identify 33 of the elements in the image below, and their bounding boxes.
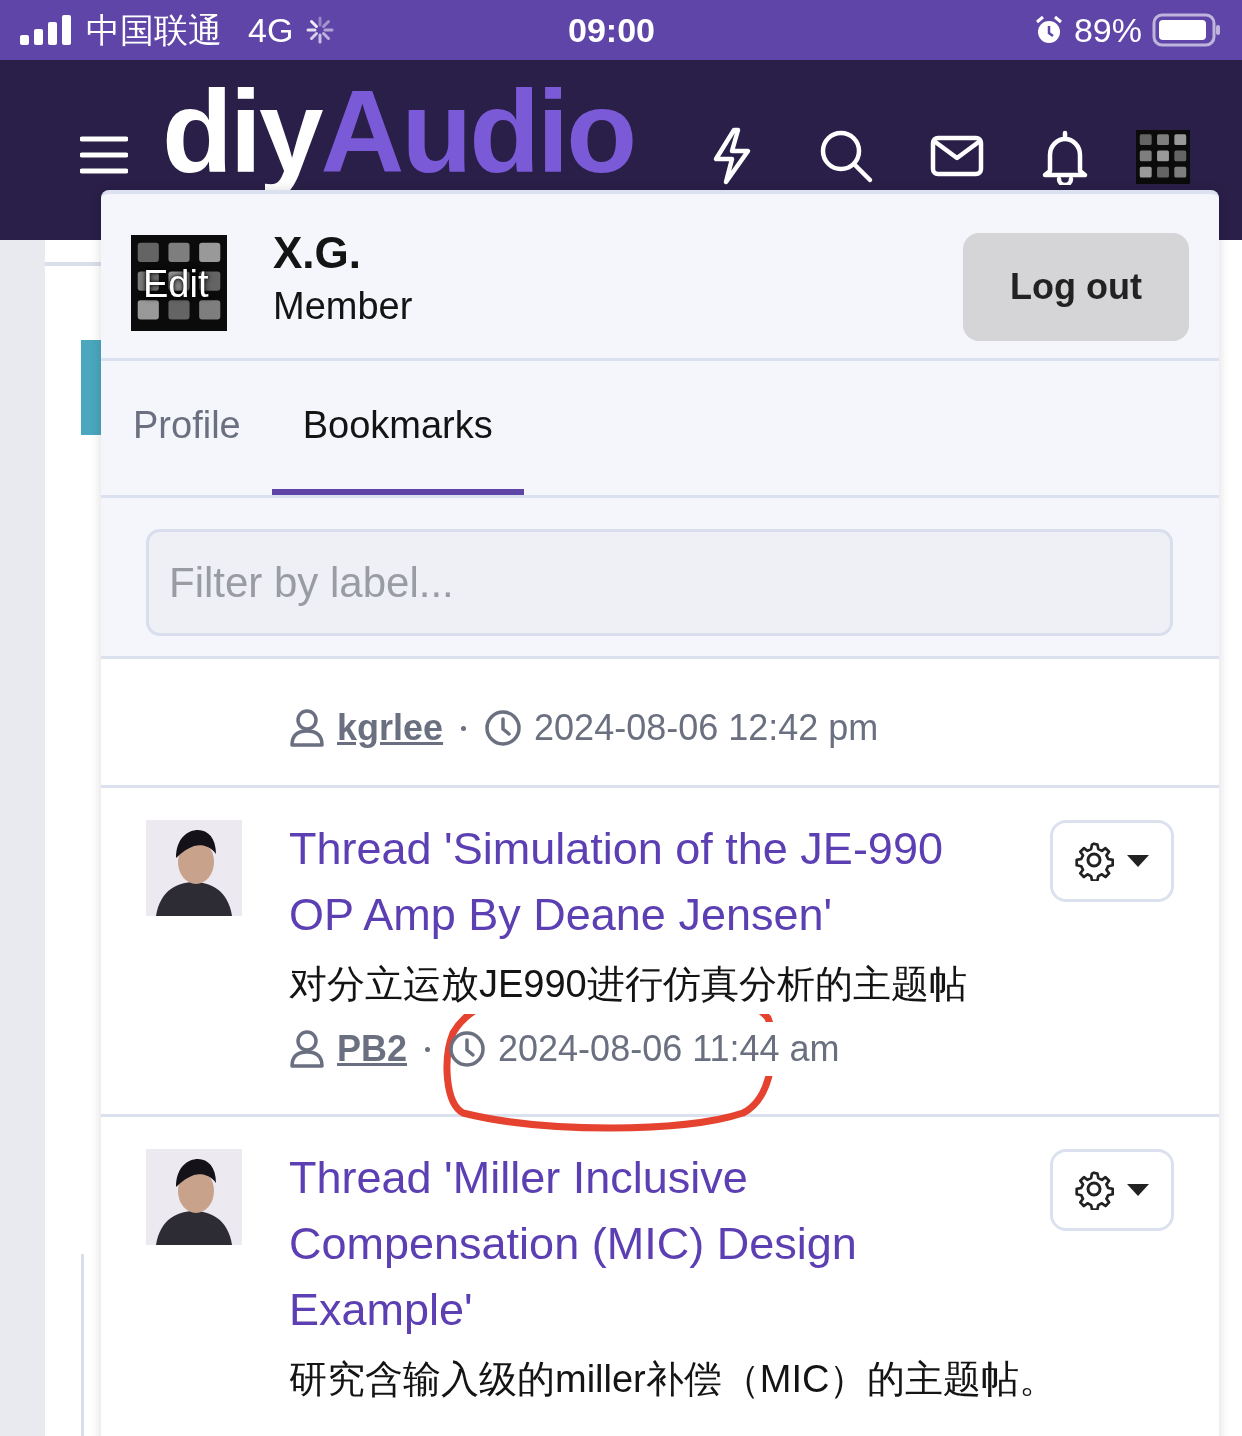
bookmark-options-button[interactable] [1050,1149,1174,1231]
bookmark-title-link[interactable]: Thread 'Simulation of the JE-990 OP Amp By Deane Jensen' [289,816,1004,948]
loading-icon [305,15,336,45]
battery-percent: 89% [1073,9,1142,51]
logout-button[interactable]: Log out [963,233,1189,341]
mail-icon[interactable] [930,135,985,177]
bookmark-title-link[interactable]: Thread 'Miller Inclusive Compensation (MIC) Design Example' [289,1145,1004,1343]
menu-tab[interactable]: Bookmarks [271,361,524,496]
menu-icon[interactable] [80,134,128,176]
user-icon [289,1029,325,1069]
caret-down-icon [1126,854,1150,868]
clock-icon [484,709,523,747]
gear-icon [1074,1170,1114,1210]
network-type: 4G [248,9,294,51]
carrier-name: 中国联通 [86,9,222,51]
clock-time: 09:00 [568,9,655,51]
author-link[interactable]: kgrlee [337,701,444,755]
bookmark-options-button[interactable] [1050,820,1174,902]
menu-tab[interactable]: Profile [133,361,272,496]
site-logo[interactable]: diyAudio [162,74,635,190]
user-name: X.G. [273,227,363,279]
filter-field[interactable]: Filter by label... [146,529,1173,637]
signal-icon [20,15,72,45]
user-icon [289,708,325,748]
gear-icon [1074,841,1114,881]
bookmark-date: 2024-08-06 11:44 am [498,1022,840,1076]
alarm-icon [1033,15,1064,45]
user-role: Member [273,284,413,329]
battery-icon [1152,13,1222,47]
author-link[interactable]: PB2 [337,1022,408,1076]
clock-icon [448,1030,487,1068]
search-icon[interactable] [818,128,875,184]
caret-down-icon [1126,1183,1150,1197]
